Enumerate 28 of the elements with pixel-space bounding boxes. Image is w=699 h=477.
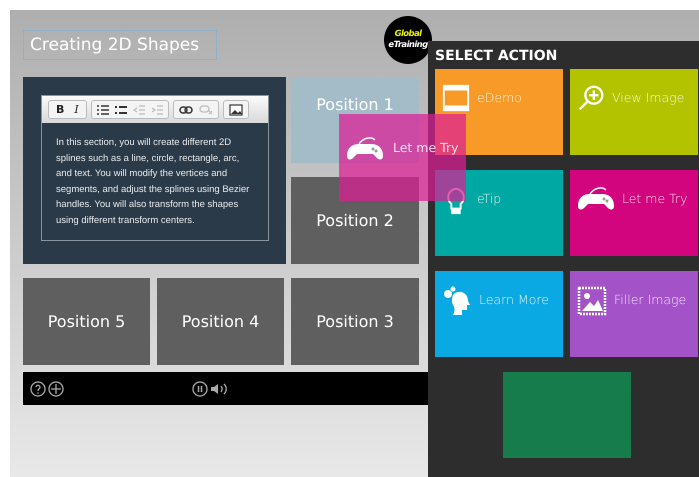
panel-title: SELECT ACTION	[435, 47, 558, 66]
rich-text-editor[interactable]	[41, 95, 269, 241]
pause-icon[interactable]	[192, 380, 208, 396]
link-icon[interactable]	[178, 106, 193, 114]
action-tile[interactable]	[502, 372, 630, 458]
volume-icon[interactable]	[210, 380, 228, 396]
position-slot[interactable]: Position 4	[157, 278, 284, 365]
action-tile[interactable]: Filler Image	[570, 271, 698, 357]
image-icon	[576, 285, 608, 317]
zoom-in-icon	[576, 83, 606, 113]
action-tile[interactable]: eTip	[435, 170, 563, 256]
insert-image-icon[interactable]	[228, 104, 243, 116]
italic-button[interactable]: I	[72, 103, 81, 116]
action-tile[interactable]: Learn More	[435, 271, 563, 357]
position-slot[interactable]: Position 3	[291, 278, 419, 365]
numbered-list-icon[interactable]	[96, 104, 109, 114]
position-slot[interactable]: Position 5	[23, 278, 150, 365]
title-field[interactable]: Creating 2D Shapes	[23, 30, 217, 60]
gamepad-icon	[576, 184, 616, 212]
bold-button[interactable]: B	[54, 103, 66, 116]
help-icon[interactable]	[30, 380, 46, 396]
editor-text: In this section, you will create different 2D splines such as a line, circle, rectangle, arc, and text. You will modify the vertices and segments, and adjust the splines using Bezier handles. You will also transform the shapes using different transform centers.	[55, 136, 250, 228]
film-icon	[441, 83, 471, 113]
head-gears-icon	[441, 285, 473, 317]
logo: Global eTraining	[384, 16, 432, 64]
action-tile[interactable]: Let me Try	[570, 170, 698, 256]
add-icon[interactable]	[48, 380, 64, 396]
bulleted-list-icon[interactable]	[114, 104, 127, 114]
